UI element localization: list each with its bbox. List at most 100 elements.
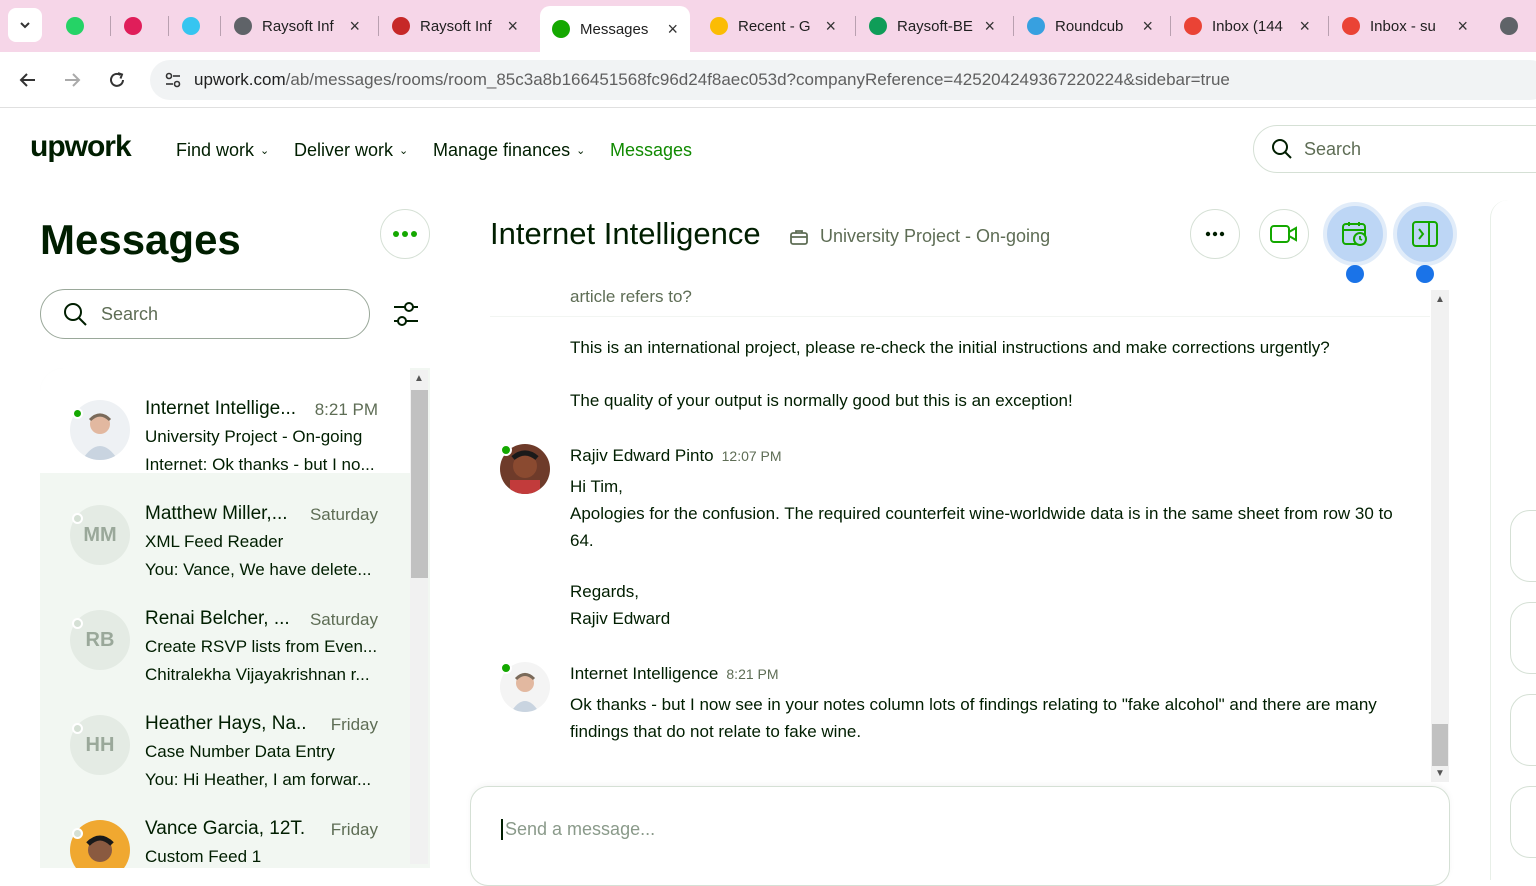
message-time: 8:21 PM: [726, 666, 779, 682]
conversation-list: Internet Intellige... 8:21 PM University P…: [40, 368, 430, 868]
toggle-sidebar-button[interactable]: [1393, 202, 1457, 266]
calendar-clock-icon: [1342, 222, 1367, 246]
scroll-up-arrow[interactable]: ▲: [414, 373, 424, 384]
tab-title: Raysoft Inf: [420, 17, 492, 35]
conversation-time: Friday: [330, 715, 378, 734]
conversation-item[interactable]: RB Renai Belcher, ... Saturday Create RSVP …: [40, 578, 410, 684]
forward-button[interactable]: [58, 66, 86, 94]
message-text: Regards,: [570, 582, 639, 601]
close-tab-icon[interactable]: ×: [349, 16, 360, 37]
message-text: Apologies for the confusion. The require…: [570, 504, 1393, 550]
video-call-button[interactable]: [1259, 209, 1309, 259]
conversation-time: Saturday: [309, 610, 378, 629]
message-text: Rajiv Edward: [570, 609, 671, 628]
browser-tab[interactable]: Roundcub ×: [1015, 6, 1165, 46]
browser-tab[interactable]: [170, 6, 210, 46]
room-subtitle[interactable]: University Project - On-going: [790, 226, 1050, 247]
message-text: Hi Tim,: [570, 477, 623, 496]
browser-tab[interactable]: [54, 6, 94, 46]
message-input[interactable]: Send a message...: [501, 819, 655, 840]
browser-tab[interactable]: Raysoft-BE ×: [857, 6, 1007, 46]
header-search-input[interactable]: Search: [1253, 125, 1536, 173]
sidebar-action-button[interactable]: [1510, 786, 1536, 858]
conversation-search-input[interactable]: Search: [40, 289, 370, 339]
back-button[interactable]: [14, 66, 42, 94]
browser-tab[interactable]: Raysoft Inf ×: [380, 6, 530, 46]
conversation-item[interactable]: Internet Intellige... 8:21 PM University P…: [40, 368, 410, 474]
search-placeholder: Search: [101, 303, 159, 324]
tab-separator: [855, 16, 856, 36]
browser-tab[interactable]: [112, 6, 152, 46]
site-settings-icon[interactable]: [164, 71, 182, 89]
nav-messages[interactable]: Messages: [610, 140, 692, 161]
browser-tab[interactable]: Raysoft Inf ×: [222, 6, 372, 46]
thread-scrollbar-thumb[interactable]: [1432, 724, 1448, 766]
conversation-name: Heather Hays, Na...: [145, 713, 305, 734]
url-host: upwork.com: [194, 70, 286, 89]
conversation-name: Matthew Miller,...: [145, 503, 288, 524]
schedule-meeting-button[interactable]: [1323, 202, 1387, 266]
close-tab-icon[interactable]: ×: [1299, 16, 1310, 37]
filter-button[interactable]: [388, 296, 424, 332]
conversation-project: University Project - On-going: [145, 427, 363, 446]
upwork-logo[interactable]: upwork: [30, 130, 132, 164]
chevron-down-icon: ⌄: [399, 145, 409, 157]
room-more-button[interactable]: [1190, 209, 1240, 259]
sidebar-action-button[interactable]: [1510, 694, 1536, 766]
online-status-dot: [500, 662, 512, 674]
whatsapp-icon: [66, 17, 84, 35]
browser-tab[interactable]: [1488, 6, 1536, 46]
message-sender: Rajiv Edward Pinto 12:07 PM: [570, 446, 782, 466]
thread-scrollbar[interactable]: [1431, 290, 1449, 782]
close-tab-icon[interactable]: ×: [825, 16, 836, 37]
conversation-name: Vance Garcia, 12T...: [145, 818, 305, 839]
close-tab-icon[interactable]: ×: [984, 16, 995, 37]
sidebar-action-button[interactable]: [1510, 510, 1536, 582]
conversation-item[interactable]: Vance Garcia, 12T... Friday Custom Feed 1: [40, 788, 410, 868]
url-path: /ab/messages/rooms/room_85c3a8b166451568…: [285, 70, 1230, 89]
tab-search-button[interactable]: [8, 8, 42, 42]
message-sender: Internet Intelligence 8:21 PM: [570, 664, 779, 684]
message-text: Ok thanks - but I now see in your notes …: [570, 695, 1377, 741]
reload-button[interactable]: [103, 66, 131, 94]
nav-deliver-work[interactable]: Deliver work ⌄: [294, 140, 408, 161]
notification-dot: [1346, 265, 1364, 283]
sender-name[interactable]: Rajiv Edward Pinto: [570, 446, 714, 465]
conversation-item[interactable]: HH Heather Hays, Na... Friday Case Number D…: [40, 683, 410, 789]
status-dot: [72, 513, 83, 524]
status-dot: [72, 723, 83, 734]
conversation-item[interactable]: MM Matthew Miller,... Saturday XML Feed Rea…: [40, 473, 410, 579]
conversation-project: Custom Feed 1: [145, 847, 262, 866]
address-bar[interactable]: upwork.com/ab/messages/rooms/room_85c3a8…: [150, 60, 1536, 100]
scroll-up-arrow[interactable]: ▲: [1435, 294, 1445, 305]
browser-tab[interactable]: Inbox - su ×: [1330, 6, 1480, 46]
close-tab-icon[interactable]: ×: [507, 16, 518, 37]
browser-tab[interactable]: Inbox (144 ×: [1172, 6, 1322, 46]
status-dot: [72, 408, 83, 419]
slack-icon: [182, 17, 200, 35]
search-icon: [1272, 139, 1292, 159]
google-drive-icon: [710, 17, 728, 35]
conversation-preview: Chitralekha Vijayakrishnan r...: [145, 665, 370, 684]
tab-separator: [1328, 16, 1329, 36]
conversation-preview: You: Hi Heather, I am forwar...: [145, 770, 372, 789]
close-tab-icon[interactable]: ×: [667, 19, 678, 40]
messages-more-button[interactable]: [380, 209, 430, 259]
sender-name[interactable]: Internet Intelligence: [570, 664, 718, 683]
search-icon: [64, 303, 87, 326]
scroll-down-arrow[interactable]: ▼: [1435, 768, 1445, 779]
close-tab-icon[interactable]: ×: [1457, 16, 1468, 37]
browser-tab[interactable]: Recent - G ×: [698, 6, 848, 46]
chevron-down-icon: [20, 22, 30, 29]
tab-separator: [1170, 16, 1171, 36]
browser-tab[interactable]: Messages ×: [540, 6, 690, 52]
conversation-scrollbar-thumb[interactable]: [411, 390, 428, 578]
raysoft-icon: [392, 17, 410, 35]
sidebar-action-button[interactable]: [1510, 602, 1536, 674]
nav-find-work[interactable]: Find work ⌄: [176, 140, 269, 161]
notification-dot: [1416, 265, 1434, 283]
nav-manage-finances[interactable]: Manage finances ⌄: [433, 140, 585, 161]
arrow-right-icon: [65, 73, 81, 87]
google-sheets-icon: [869, 17, 887, 35]
close-tab-icon[interactable]: ×: [1142, 16, 1153, 37]
